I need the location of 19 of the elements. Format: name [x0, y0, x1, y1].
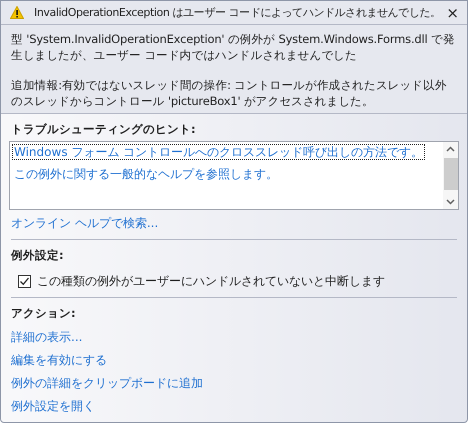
message-text: 型 'System.InvalidOperationException' の例外が System.Windows.Forms.dll で発生しましたが、ユーザー コード内ではハンドルされませんでした — [11, 31, 456, 63]
warning-icon — [10, 6, 24, 19]
action-link[interactable]: 例外設定を開く — [11, 398, 95, 414]
section-heading: アクション: — [11, 306, 77, 321]
checkbox[interactable] — [18, 275, 31, 288]
checkbox-label[interactable]: この種類の例外がユーザーにハンドルされていないと中断します — [37, 273, 385, 290]
message-text: 追加情報:有効ではないスレッド間の操作: コントロールが作成されたスレッド以外のスレッドからコントロール 'pictureBox1' がアクセスされました。 — [11, 77, 448, 109]
window-title: InvalidOperationException はユーザー コードによってハンドルされませんでした。 — [34, 5, 436, 20]
tip-link[interactable]: Windows フォーム コントロールへのクロススレッド呼び出しの方法です。 — [12, 144, 426, 160]
section-heading: トラブルシューティングのヒント: — [11, 122, 197, 137]
scrollbar[interactable] — [443, 142, 458, 209]
online-help-link[interactable]: オンライン ヘルプで検索... — [11, 215, 158, 231]
close-button[interactable]: × — [446, 4, 459, 22]
tip-link[interactable]: この例外に関する一般的なヘルプを参照します。 — [12, 166, 280, 182]
section-heading: 例外設定: — [11, 248, 65, 263]
action-link[interactable]: 編集を有効にする — [11, 352, 107, 368]
action-link[interactable]: 例外の詳細をクリップボードに追加 — [11, 375, 203, 391]
scroll-thumb[interactable] — [444, 158, 458, 190]
action-link[interactable]: 詳細の表示... — [11, 329, 82, 345]
